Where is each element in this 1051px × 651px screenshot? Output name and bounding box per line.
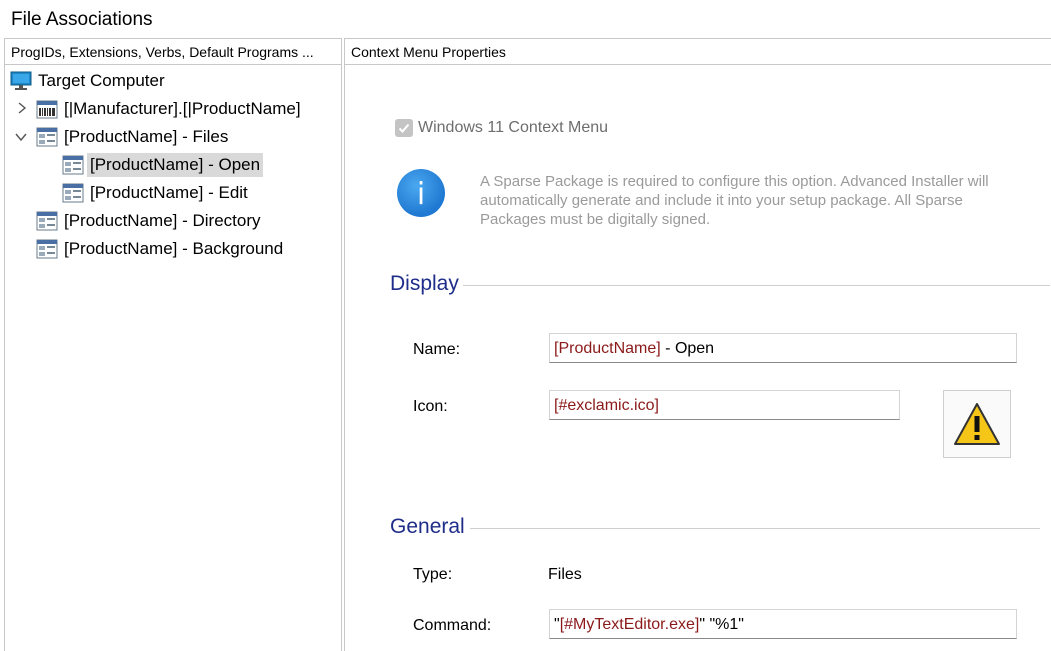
tree-node-manufacturer[interactable]: [|Manufacturer].[|ProductName] xyxy=(36,95,304,122)
type-label: Type: xyxy=(413,566,453,583)
tree-node-label: [ProductName] - Edit xyxy=(90,182,248,202)
right-pane-header: Context Menu Properties xyxy=(345,39,1051,65)
tree-node-label: [ProductName] - Directory xyxy=(64,210,261,230)
tree-node-open[interactable]: [ProductName] - Open xyxy=(62,151,264,178)
name-label: Name: xyxy=(413,341,461,358)
command-input[interactable]: "[#MyTextEditor.exe]" "%1" xyxy=(549,609,1017,639)
verb-icon xyxy=(62,155,84,174)
progid-icon xyxy=(36,127,58,146)
progid-icon xyxy=(36,211,58,230)
command-property-ref: [#MyTextEditor.exe] xyxy=(559,616,700,633)
windows11-context-menu-checkbox[interactable]: Windows 11 Context Menu xyxy=(395,119,608,137)
chevron-down-icon[interactable] xyxy=(14,130,28,144)
name-property-ref: [ProductName] xyxy=(554,340,661,357)
command-args: " "%1" xyxy=(699,616,744,633)
window-title: File Associations xyxy=(0,0,1051,38)
left-pane-header: ProgIDs, Extensions, Verbs, Default Prog… xyxy=(5,39,341,65)
progid-icon xyxy=(36,239,58,258)
building-icon xyxy=(36,100,58,118)
icon-label: Icon: xyxy=(413,398,448,415)
tree-node-edit[interactable]: [ProductName] - Edit xyxy=(62,179,251,206)
info-icon: i xyxy=(397,169,445,217)
tree-node-background[interactable]: [ProductName] - Background xyxy=(36,235,286,262)
info-message: A Sparse Package is required to configur… xyxy=(480,173,989,228)
name-input[interactable]: [ProductName] - Open xyxy=(549,333,1017,363)
tree-node-target-computer[interactable]: Target Computer xyxy=(10,67,168,94)
properties-pane: Context Menu Properties Windows 11 Conte… xyxy=(344,38,1051,651)
verb-icon xyxy=(62,183,84,202)
tree-node-files[interactable]: [ProductName] - Files xyxy=(36,123,231,150)
tree-node-label: [ProductName] - Background xyxy=(64,238,284,258)
tree-node-directory[interactable]: [ProductName] - Directory xyxy=(36,207,264,234)
command-label: Command: xyxy=(413,617,492,634)
tree-node-label: [ProductName] - Files xyxy=(64,126,229,146)
icon-value: [#exclamic.ico] xyxy=(554,397,659,414)
tree-node-label: [ProductName] - Open xyxy=(87,152,264,177)
section-heading-general: General xyxy=(390,515,465,538)
section-divider xyxy=(470,528,1040,529)
icon-input[interactable]: [#exclamic.ico] xyxy=(549,390,900,420)
name-value-text: - Open xyxy=(660,340,715,357)
section-divider xyxy=(463,285,1050,286)
chevron-right-icon[interactable] xyxy=(15,101,29,115)
checkbox-box[interactable] xyxy=(395,119,413,137)
warning-icon xyxy=(954,403,1000,445)
checkbox-label: Windows 11 Context Menu xyxy=(418,119,609,136)
icon-preview-button[interactable] xyxy=(943,390,1011,458)
monitor-icon xyxy=(10,71,32,90)
type-value: Files xyxy=(548,566,582,583)
tree-node-label: [|Manufacturer].[|ProductName] xyxy=(64,98,301,118)
checkmark-icon xyxy=(398,123,410,133)
left-tree-pane: ProgIDs, Extensions, Verbs, Default Prog… xyxy=(4,38,342,651)
tree-node-label: Target Computer xyxy=(38,70,165,90)
section-heading-display: Display xyxy=(390,272,459,295)
